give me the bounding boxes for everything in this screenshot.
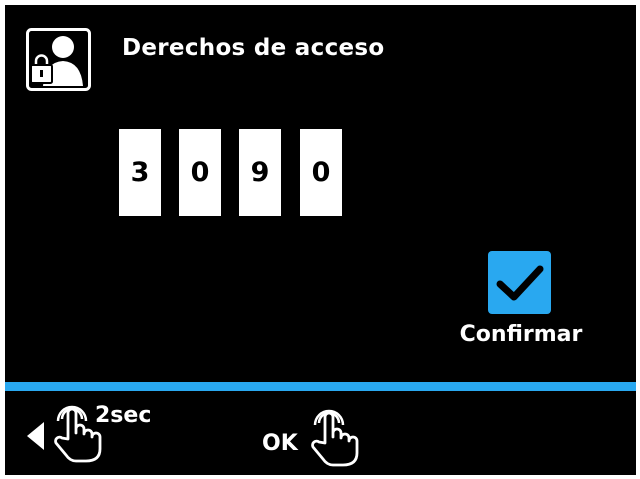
code-digit-2[interactable]: 0 <box>179 129 221 216</box>
footer-divider <box>5 382 636 391</box>
device-screen: Derechos de acceso 3 0 9 0 Confirmar 2se… <box>5 5 636 475</box>
arrow-left-icon[interactable] <box>27 422 44 450</box>
code-digit-3[interactable]: 9 <box>239 129 281 216</box>
page-title: Derechos de acceso <box>122 35 385 61</box>
checkmark-icon <box>496 265 544 301</box>
user-lock-icon <box>26 28 91 91</box>
code-digit-4[interactable]: 0 <box>300 129 342 216</box>
code-digit-1[interactable]: 3 <box>119 129 161 216</box>
confirm-button[interactable] <box>488 251 551 314</box>
confirm-label: Confirmar <box>459 322 583 347</box>
ok-label: OK <box>262 431 298 456</box>
tap-hand-icon[interactable] <box>309 403 359 467</box>
hold-duration-label: 2sec <box>95 403 152 428</box>
